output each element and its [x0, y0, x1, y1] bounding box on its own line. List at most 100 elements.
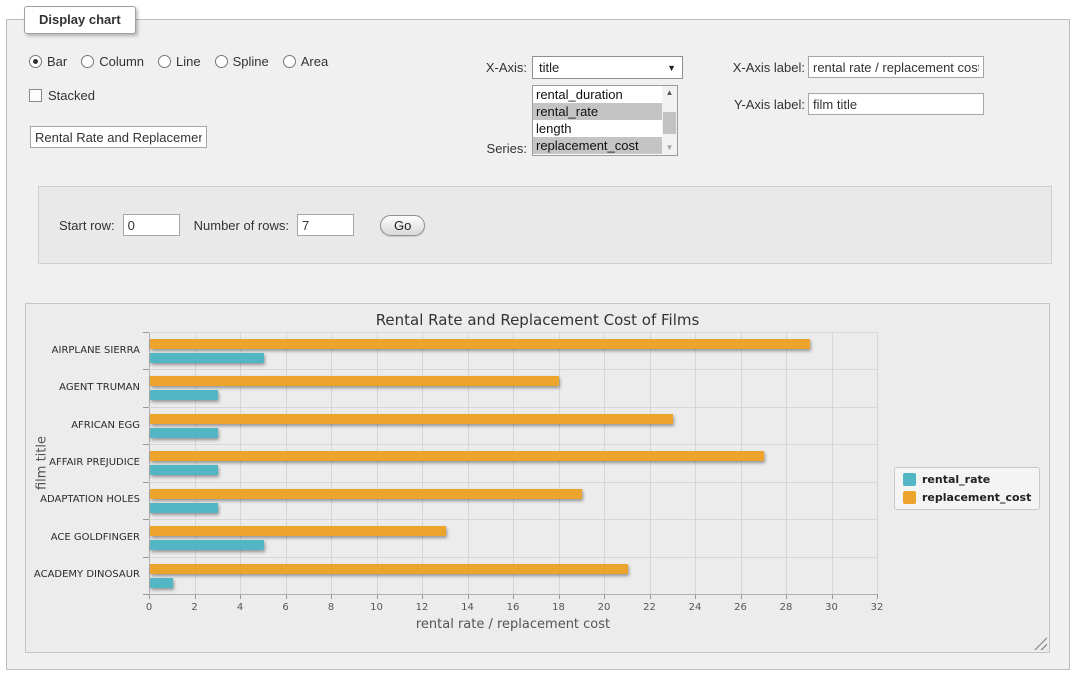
bar-rental_rate: [150, 503, 218, 513]
gridline: [149, 482, 877, 483]
bar-rental_rate: [150, 540, 264, 550]
gridline: [422, 332, 423, 594]
legend-swatch-replacement_cost: [903, 491, 916, 504]
chart-type-option-column[interactable]: Column: [81, 54, 144, 69]
go-button[interactable]: Go: [380, 215, 425, 236]
bar-replacement_cost: [150, 451, 764, 461]
chart-type-radio-bar[interactable]: [29, 55, 42, 68]
series-options: rental_durationrental_ratelengthreplacem…: [533, 86, 677, 154]
bar-replacement_cost: [150, 414, 673, 424]
y-axis-tick: [143, 407, 149, 408]
x-axis-tick-label: 0: [129, 602, 169, 613]
legend-item-replacement_cost[interactable]: replacement_cost: [903, 491, 1031, 504]
gridline: [832, 332, 833, 594]
chart-type-label-area: Area: [301, 54, 328, 69]
x-axis-tick-label: 30: [812, 602, 852, 613]
chart-type-radio-spline[interactable]: [215, 55, 228, 68]
legend-swatch-rental_rate: [903, 473, 916, 486]
y-axis-title: film title: [35, 436, 50, 490]
chart-type-option-spline[interactable]: Spline: [215, 54, 269, 69]
category-label: ACADEMY DINOSAUR: [26, 569, 140, 580]
gridline: [195, 332, 196, 594]
series-option-length[interactable]: length: [533, 120, 662, 137]
resize-handle-icon[interactable]: [1034, 637, 1047, 650]
x-axis-tick-label: 28: [766, 602, 806, 613]
x-axis-tick-label: 2: [175, 602, 215, 613]
chart-type-option-bar[interactable]: Bar: [29, 54, 67, 69]
gridline: [468, 332, 469, 594]
number-of-rows-input[interactable]: [297, 214, 354, 236]
chart-type-radio-line[interactable]: [158, 55, 171, 68]
y-axis-label-input[interactable]: [808, 93, 984, 115]
chart-type-label-line: Line: [176, 54, 201, 69]
x-axis-tick-label: 10: [357, 602, 397, 613]
gridline: [286, 332, 287, 594]
x-axis-tick-label: 32: [857, 602, 897, 613]
gridline: [331, 332, 332, 594]
gridline: [149, 332, 877, 333]
x-axis-tick-label: 4: [220, 602, 260, 613]
stacked-checkbox-row[interactable]: Stacked: [29, 88, 95, 103]
series-option-replacement_cost[interactable]: replacement_cost: [533, 137, 662, 154]
gridline: [559, 332, 560, 594]
x-axis-label-field-label: X-Axis label:: [705, 60, 805, 75]
bar-replacement_cost: [150, 339, 810, 349]
chart-type-label-column: Column: [99, 54, 144, 69]
series-option-rental_rate[interactable]: rental_rate: [533, 103, 662, 120]
listbox-scrollbar[interactable]: ▲ ▼: [662, 86, 677, 155]
x-axis-tick-label: 12: [402, 602, 442, 613]
gridline: [149, 369, 877, 370]
y-axis-tick: [143, 519, 149, 520]
row-range-panel: Start row: Number of rows: Go: [38, 186, 1052, 264]
gridline: [240, 332, 241, 594]
x-axis-tick-label: 18: [539, 602, 579, 613]
bar-rental_rate: [150, 578, 173, 588]
x-axis-select[interactable]: title ▼: [532, 56, 683, 79]
chart-legend: rental_rate replacement_cost: [894, 467, 1040, 510]
series-option-rental_duration[interactable]: rental_duration: [533, 86, 662, 103]
y-axis-tick: [143, 482, 149, 483]
display-chart-panel: BarColumnLineSplineArea Stacked X-Axis: …: [6, 19, 1070, 670]
x-axis-title: rental rate / replacement cost: [149, 617, 877, 632]
scroll-up-icon[interactable]: ▲: [662, 86, 677, 100]
chart-type-option-line[interactable]: Line: [158, 54, 201, 69]
x-axis-select-label: X-Axis:: [427, 60, 527, 75]
y-axis-tick: [143, 369, 149, 370]
x-axis-tick-label: 8: [311, 602, 351, 613]
gridline: [786, 332, 787, 594]
category-label: ADAPTATION HOLES: [26, 494, 140, 505]
legend-item-rental_rate[interactable]: rental_rate: [903, 473, 1031, 486]
chart-type-radio-area[interactable]: [283, 55, 296, 68]
y-axis-label-field-label: Y-Axis label:: [705, 97, 805, 112]
panel-title: Display chart: [24, 6, 136, 34]
category-label: AIRPLANE SIERRA: [26, 345, 140, 356]
x-axis-tick-label: 16: [493, 602, 533, 613]
chart-title: Rental Rate and Replacement Cost of Film…: [26, 311, 1049, 329]
series-listbox[interactable]: rental_durationrental_ratelengthreplacem…: [532, 85, 678, 156]
stacked-checkbox[interactable]: [29, 89, 42, 102]
y-axis-tick: [143, 444, 149, 445]
chart-type-option-area[interactable]: Area: [283, 54, 328, 69]
y-axis-line: [149, 332, 150, 594]
bar-rental_rate: [150, 465, 218, 475]
start-row-input[interactable]: [123, 214, 180, 236]
chart-title-input[interactable]: [30, 126, 207, 148]
chart-type-label-spline: Spline: [233, 54, 269, 69]
gridline: [149, 557, 877, 558]
gridline: [695, 332, 696, 594]
page: BarColumnLineSplineArea Stacked X-Axis: …: [0, 0, 1081, 681]
scroll-down-icon[interactable]: ▼: [662, 141, 677, 155]
series-listbox-label: Series:: [427, 141, 527, 156]
legend-label-rental_rate: rental_rate: [922, 473, 990, 486]
scrollbar-thumb[interactable]: [663, 112, 676, 134]
gridline: [741, 332, 742, 594]
select-dropdown-arrow-icon: ▼: [667, 63, 676, 73]
y-axis-tick: [143, 557, 149, 558]
gridline: [149, 519, 877, 520]
x-axis-tick-label: 26: [721, 602, 761, 613]
x-axis-label-input[interactable]: [808, 56, 984, 78]
bar-replacement_cost: [150, 489, 582, 499]
chart-type-label-bar: Bar: [47, 54, 67, 69]
gridline: [604, 332, 605, 594]
chart-type-radio-column[interactable]: [81, 55, 94, 68]
